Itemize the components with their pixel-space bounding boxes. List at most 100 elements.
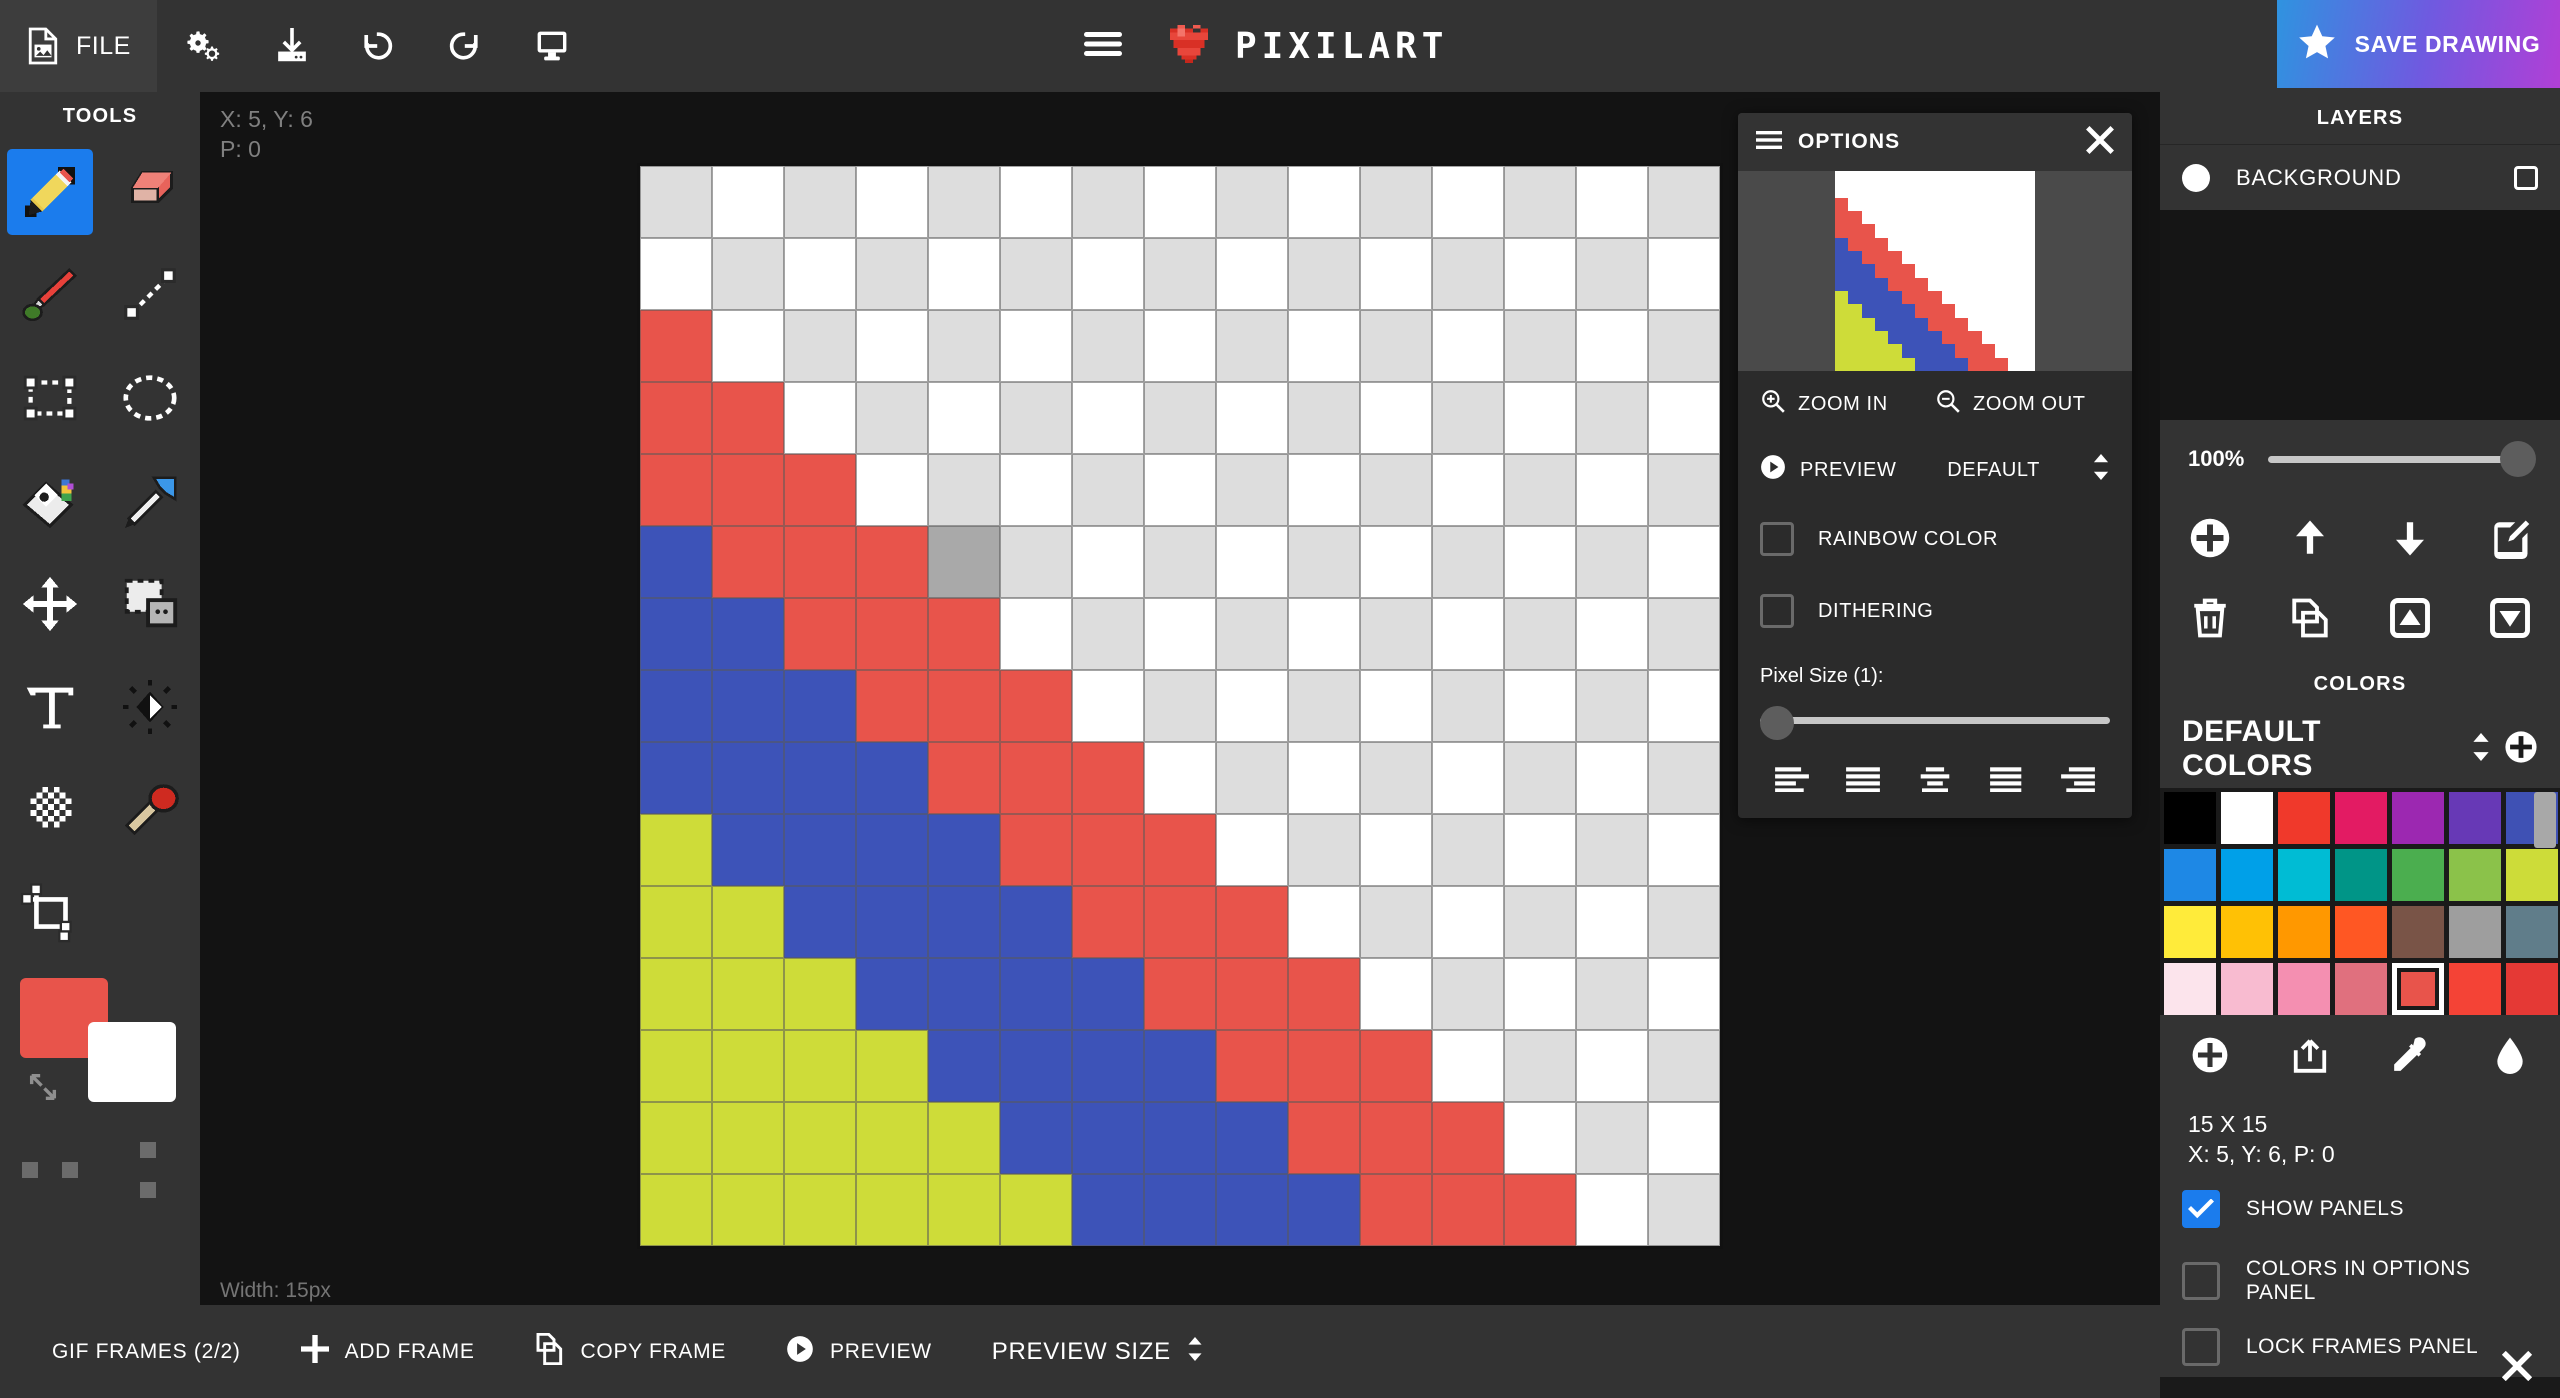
canvas-pixel[interactable] — [1504, 1030, 1576, 1102]
secondary-color-swatch[interactable] — [88, 1022, 176, 1102]
canvas-pixel[interactable] — [856, 382, 928, 454]
select-tool[interactable] — [107, 561, 193, 647]
canvas-pixel[interactable] — [1504, 1102, 1576, 1174]
canvas-pixel[interactable] — [1504, 310, 1576, 382]
canvas-pixel[interactable] — [1576, 1030, 1648, 1102]
dithering-option[interactable]: DITHERING — [1738, 575, 2132, 647]
canvas-pixel[interactable] — [1432, 598, 1504, 670]
canvas-pixel[interactable] — [1288, 886, 1360, 958]
canvas-pixel[interactable] — [784, 1174, 856, 1246]
color-drop-icon[interactable] — [2480, 1025, 2540, 1085]
lock-frames-panel-option[interactable]: LOCK FRAMES PANEL — [2160, 1317, 2560, 1377]
canvas-pixel[interactable] — [1360, 886, 1432, 958]
canvas-pixel[interactable] — [1360, 670, 1432, 742]
canvas-pixel[interactable] — [928, 238, 1000, 310]
canvas-pixel[interactable] — [1288, 166, 1360, 238]
canvas-pixel[interactable] — [640, 382, 712, 454]
canvas-pixel[interactable] — [1000, 454, 1072, 526]
canvas-pixel[interactable] — [1648, 598, 1720, 670]
canvas-pixel[interactable] — [1360, 742, 1432, 814]
canvas-pixel[interactable] — [1648, 1030, 1720, 1102]
color-swatch[interactable] — [2506, 906, 2558, 958]
canvas-pixel[interactable] — [1648, 238, 1720, 310]
color-swatch[interactable] — [2335, 792, 2387, 844]
slider-knob[interactable] — [2500, 441, 2536, 477]
canvas-pixel[interactable] — [856, 454, 928, 526]
canvas-pixel[interactable] — [640, 1174, 712, 1246]
canvas-pixel[interactable] — [856, 166, 928, 238]
canvas-pixel[interactable] — [1072, 238, 1144, 310]
canvas-pixel[interactable] — [1216, 886, 1288, 958]
options-panel-header[interactable]: OPTIONS — [1738, 113, 2132, 171]
canvas-pixel[interactable] — [928, 1030, 1000, 1102]
canvas-pixel[interactable] — [712, 1174, 784, 1246]
canvas-pixel[interactable] — [1432, 454, 1504, 526]
canvas-pixel[interactable] — [1072, 1174, 1144, 1246]
canvas-pixel[interactable] — [1072, 1030, 1144, 1102]
canvas-pixel[interactable] — [856, 1030, 928, 1102]
move-tool[interactable] — [7, 561, 93, 647]
canvas-pixel[interactable] — [1432, 1102, 1504, 1174]
canvas-pixel[interactable] — [712, 1102, 784, 1174]
canvas-pixel[interactable] — [1000, 1174, 1072, 1246]
canvas-pixel[interactable] — [1432, 1030, 1504, 1102]
canvas-pixel[interactable] — [712, 166, 784, 238]
canvas-pixel[interactable] — [1000, 742, 1072, 814]
canvas-pixel[interactable] — [1072, 814, 1144, 886]
tool-dot[interactable] — [22, 1162, 38, 1178]
canvas-pixel[interactable] — [856, 526, 928, 598]
canvas-pixel[interactable] — [1072, 670, 1144, 742]
close-icon[interactable] — [2501, 1350, 2533, 1386]
paintbrush-tool[interactable] — [7, 252, 93, 338]
canvas-pixel[interactable] — [1000, 382, 1072, 454]
canvas-pixel[interactable] — [928, 958, 1000, 1030]
canvas-pixel[interactable] — [856, 598, 928, 670]
align-center-icon[interactable] — [1918, 766, 1952, 792]
settings-button[interactable] — [157, 0, 249, 92]
move-layer-up-icon[interactable] — [2280, 508, 2340, 568]
canvas-pixel[interactable] — [640, 310, 712, 382]
color-swatch[interactable] — [2392, 906, 2444, 958]
canvas-pixel[interactable] — [1216, 310, 1288, 382]
canvas-pixel[interactable] — [1144, 886, 1216, 958]
save-drawing-button[interactable]: SAVE DRAWING — [2277, 0, 2560, 88]
canvas-pixel[interactable] — [1288, 1102, 1360, 1174]
canvas-pixel[interactable] — [1360, 1174, 1432, 1246]
close-icon[interactable] — [2086, 125, 2114, 159]
canvas-pixel[interactable] — [1216, 1174, 1288, 1246]
canvas-pixel[interactable] — [1000, 1102, 1072, 1174]
share-palette-icon[interactable] — [2280, 1025, 2340, 1085]
canvas-pixel[interactable] — [784, 1030, 856, 1102]
color-swatch[interactable] — [2221, 792, 2273, 844]
rectangle-tool[interactable] — [7, 355, 93, 441]
canvas-pixel[interactable] — [1288, 670, 1360, 742]
canvas-pixel[interactable] — [1000, 598, 1072, 670]
canvas-pixel[interactable] — [640, 1030, 712, 1102]
canvas-pixel[interactable] — [1072, 166, 1144, 238]
canvas-pixel[interactable] — [1216, 958, 1288, 1030]
canvas-pixel[interactable] — [1432, 166, 1504, 238]
canvas-pixel[interactable] — [1648, 886, 1720, 958]
canvas-pixel[interactable] — [1288, 454, 1360, 526]
eyedropper-tool[interactable] — [107, 458, 193, 544]
canvas-pixel[interactable] — [1360, 1030, 1432, 1102]
canvas-pixel[interactable] — [1288, 526, 1360, 598]
color-swatch[interactable] — [2221, 906, 2273, 958]
canvas-pixel[interactable] — [784, 166, 856, 238]
canvas-pixel[interactable] — [1576, 958, 1648, 1030]
canvas-pixel[interactable] — [1144, 382, 1216, 454]
preview-size-select[interactable]: PREVIEW SIZE — [962, 1305, 1233, 1398]
eraser-tool[interactable] — [107, 149, 193, 235]
align-block-icon[interactable] — [1989, 766, 2024, 792]
canvas-pixel[interactable] — [1576, 238, 1648, 310]
canvas-pixel[interactable] — [1144, 526, 1216, 598]
palette-scrollbar[interactable] — [2534, 792, 2556, 848]
canvas-pixel[interactable] — [712, 454, 784, 526]
color-swatch[interactable] — [2278, 963, 2330, 1015]
canvas-pixel[interactable] — [1432, 382, 1504, 454]
canvas-pixel[interactable] — [1576, 1174, 1648, 1246]
canvas-pixel[interactable] — [856, 814, 928, 886]
canvas-pixel[interactable] — [1360, 958, 1432, 1030]
canvas-pixel[interactable] — [1000, 238, 1072, 310]
canvas-pixel[interactable] — [640, 670, 712, 742]
